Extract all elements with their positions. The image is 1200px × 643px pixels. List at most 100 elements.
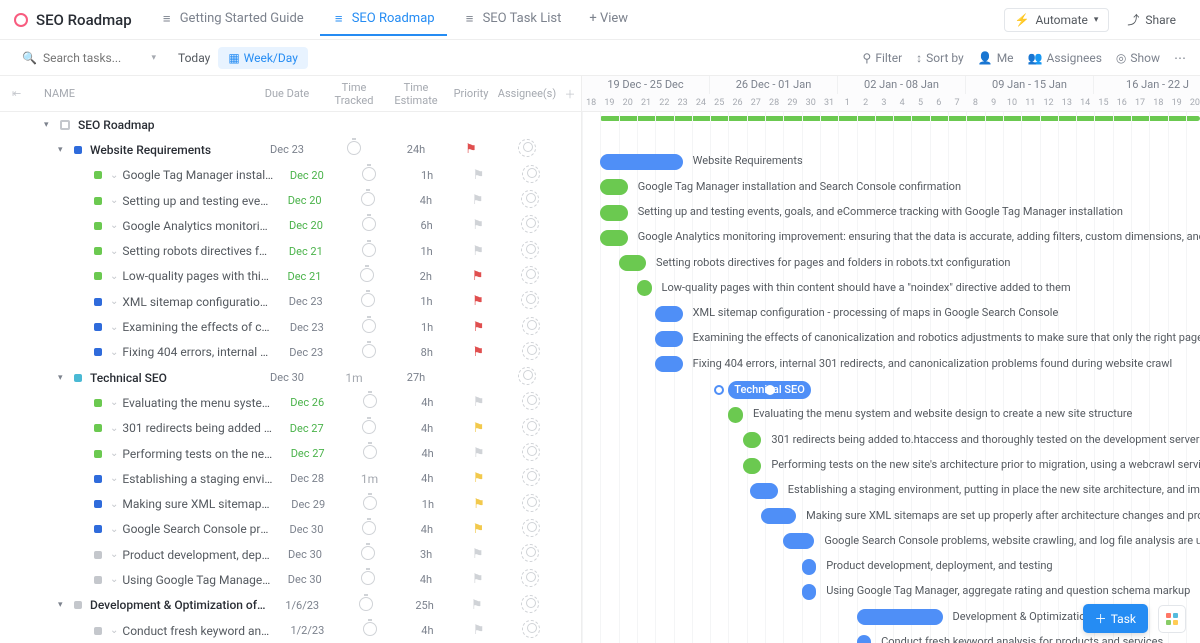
col-estimate[interactable]: Time Estimate bbox=[385, 81, 447, 107]
time-estimate[interactable]: 2h bbox=[397, 270, 455, 283]
tab[interactable]: ≡SEO Roadmap bbox=[320, 3, 447, 36]
col-assignee[interactable]: Assignee(s) bbox=[495, 87, 559, 100]
time-estimate[interactable]: 4h bbox=[397, 194, 455, 207]
gantt-bar[interactable] bbox=[802, 584, 817, 600]
time-tracked[interactable] bbox=[340, 167, 398, 184]
task-name[interactable]: Examining the effects of can... bbox=[122, 320, 273, 334]
task-name[interactable]: Technical SEO bbox=[90, 371, 251, 385]
assignee[interactable] bbox=[501, 392, 561, 413]
status-icon[interactable] bbox=[74, 374, 82, 382]
due-date[interactable]: Dec 30 bbox=[271, 573, 339, 586]
status-icon[interactable] bbox=[94, 272, 102, 280]
assignee[interactable] bbox=[499, 595, 560, 616]
time-estimate[interactable]: 3h bbox=[397, 548, 455, 561]
time-estimate[interactable]: 1h bbox=[399, 498, 457, 511]
due-date[interactable]: Dec 23 bbox=[273, 321, 340, 334]
time-tracked[interactable] bbox=[323, 141, 385, 158]
priority-flag[interactable]: ⚑ bbox=[456, 395, 501, 410]
task-name[interactable]: Performing tests on the new ... bbox=[122, 447, 274, 461]
me-button[interactable]: 👤 Me bbox=[978, 51, 1014, 65]
gantt-bar[interactable] bbox=[743, 458, 761, 474]
time-estimate[interactable]: 4h bbox=[398, 523, 456, 536]
time-tracked[interactable] bbox=[336, 597, 395, 614]
priority-flag[interactable]: ⚑ bbox=[456, 471, 501, 486]
zoom-toggle[interactable]: ▦ Week/Day bbox=[218, 47, 308, 69]
due-date[interactable]: Dec 30 bbox=[271, 548, 339, 561]
gantt-bar[interactable] bbox=[600, 179, 627, 195]
task-row[interactable]: ⌄Setting robots directives for ...Dec 21… bbox=[0, 238, 581, 263]
col-tracked[interactable]: Time Tracked bbox=[323, 81, 385, 107]
time-tracked[interactable] bbox=[340, 319, 398, 336]
time-estimate[interactable]: 4h bbox=[398, 396, 456, 409]
assignee[interactable] bbox=[495, 139, 559, 160]
task-row[interactable]: ⌄Google Analytics monitoring...Dec 206h⚑ bbox=[0, 213, 581, 238]
due-date[interactable]: Dec 29 bbox=[275, 498, 342, 511]
assignees-button[interactable]: 👥 Assignees bbox=[1028, 51, 1102, 65]
col-due[interactable]: Due Date bbox=[251, 87, 323, 100]
parent-task-row[interactable]: ▾Development & Optimization of C...1/6/2… bbox=[0, 593, 581, 618]
time-tracked[interactable]: 1m bbox=[341, 472, 399, 486]
assignee[interactable] bbox=[501, 494, 560, 515]
assignee[interactable] bbox=[501, 342, 561, 363]
priority-flag[interactable]: ⚑ bbox=[455, 547, 500, 562]
time-tracked[interactable] bbox=[339, 192, 397, 209]
assignee[interactable] bbox=[501, 317, 561, 338]
gantt-bar[interactable] bbox=[857, 609, 943, 625]
task-row[interactable]: ⌄Product development, deplo...Dec 303h⚑ bbox=[0, 542, 581, 567]
time-tracked[interactable] bbox=[339, 546, 397, 563]
gantt-bar[interactable] bbox=[750, 483, 777, 499]
assignee[interactable] bbox=[501, 443, 561, 464]
time-estimate[interactable]: 4h bbox=[399, 624, 457, 637]
assignee[interactable] bbox=[500, 569, 560, 590]
status-icon[interactable] bbox=[94, 399, 102, 407]
gantt-bar[interactable] bbox=[655, 331, 682, 347]
time-tracked[interactable] bbox=[340, 217, 398, 234]
task-name[interactable]: Evaluating the menu system ... bbox=[122, 396, 273, 410]
task-row[interactable]: ⌄Evaluating the menu system ...Dec 264h⚑ bbox=[0, 390, 581, 415]
task-row[interactable]: ⌄Making sure XML sitemaps a...Dec 291h⚑ bbox=[0, 491, 581, 516]
priority-flag[interactable]: ⚑ bbox=[456, 522, 501, 537]
more-icon[interactable]: ⋯ bbox=[1174, 51, 1186, 65]
due-date[interactable]: Dec 23 bbox=[273, 346, 340, 359]
search-input[interactable] bbox=[43, 51, 146, 65]
time-tracked[interactable] bbox=[341, 394, 399, 411]
gantt-bar[interactable] bbox=[655, 356, 682, 372]
due-date[interactable]: Dec 21 bbox=[272, 245, 339, 258]
due-date[interactable]: Dec 26 bbox=[274, 396, 341, 409]
show-button[interactable]: ◎ Show bbox=[1116, 51, 1160, 65]
col-priority[interactable]: Priority bbox=[447, 87, 495, 100]
assignee[interactable] bbox=[500, 266, 560, 287]
gantt-bar[interactable] bbox=[600, 205, 627, 221]
task-row[interactable]: ⌄XML sitemap configuration -...Dec 231h⚑ bbox=[0, 289, 581, 314]
task-name[interactable]: Product development, deplo... bbox=[122, 548, 271, 562]
gantt-bar[interactable] bbox=[783, 533, 814, 549]
add-column-icon[interactable]: ＋ bbox=[559, 86, 581, 102]
expand-caret-icon[interactable]: ▾ bbox=[58, 145, 63, 155]
gantt-bar[interactable] bbox=[600, 154, 682, 170]
time-estimate[interactable]: 4h bbox=[398, 422, 456, 435]
task-name[interactable]: SEO Roadmap bbox=[78, 118, 581, 132]
task-row[interactable]: ⌄Examining the effects of can...Dec 231h… bbox=[0, 314, 581, 339]
time-tracked[interactable] bbox=[340, 344, 398, 361]
time-tracked[interactable] bbox=[339, 571, 397, 588]
task-name[interactable]: Setting up and testing event... bbox=[122, 194, 270, 208]
time-tracked[interactable] bbox=[339, 293, 397, 310]
status-icon[interactable] bbox=[94, 348, 102, 356]
chevron-down-icon[interactable]: ▾ bbox=[151, 53, 156, 63]
status-icon[interactable] bbox=[94, 298, 102, 306]
task-name[interactable]: Low-quality pages with thin ... bbox=[122, 269, 270, 283]
priority-flag[interactable]: ⚑ bbox=[456, 446, 501, 461]
priority-flag[interactable]: ⚑ bbox=[456, 421, 501, 436]
assignee[interactable] bbox=[501, 468, 561, 489]
priority-flag[interactable]: ⚑ bbox=[454, 598, 500, 613]
collapse-icon[interactable]: ⇤ bbox=[12, 87, 21, 100]
time-estimate[interactable]: 24h bbox=[385, 143, 447, 156]
status-icon[interactable] bbox=[94, 222, 102, 230]
expand-caret-icon[interactable]: ▾ bbox=[58, 373, 63, 383]
status-icon[interactable] bbox=[94, 551, 102, 559]
new-task-button[interactable]: ＋ Task bbox=[1083, 604, 1148, 633]
tab[interactable]: + View bbox=[577, 3, 640, 36]
priority-flag[interactable]: ⚑ bbox=[456, 168, 501, 183]
time-estimate[interactable]: 8h bbox=[398, 346, 456, 359]
search-box[interactable]: 🔍 ▾ bbox=[14, 47, 164, 69]
